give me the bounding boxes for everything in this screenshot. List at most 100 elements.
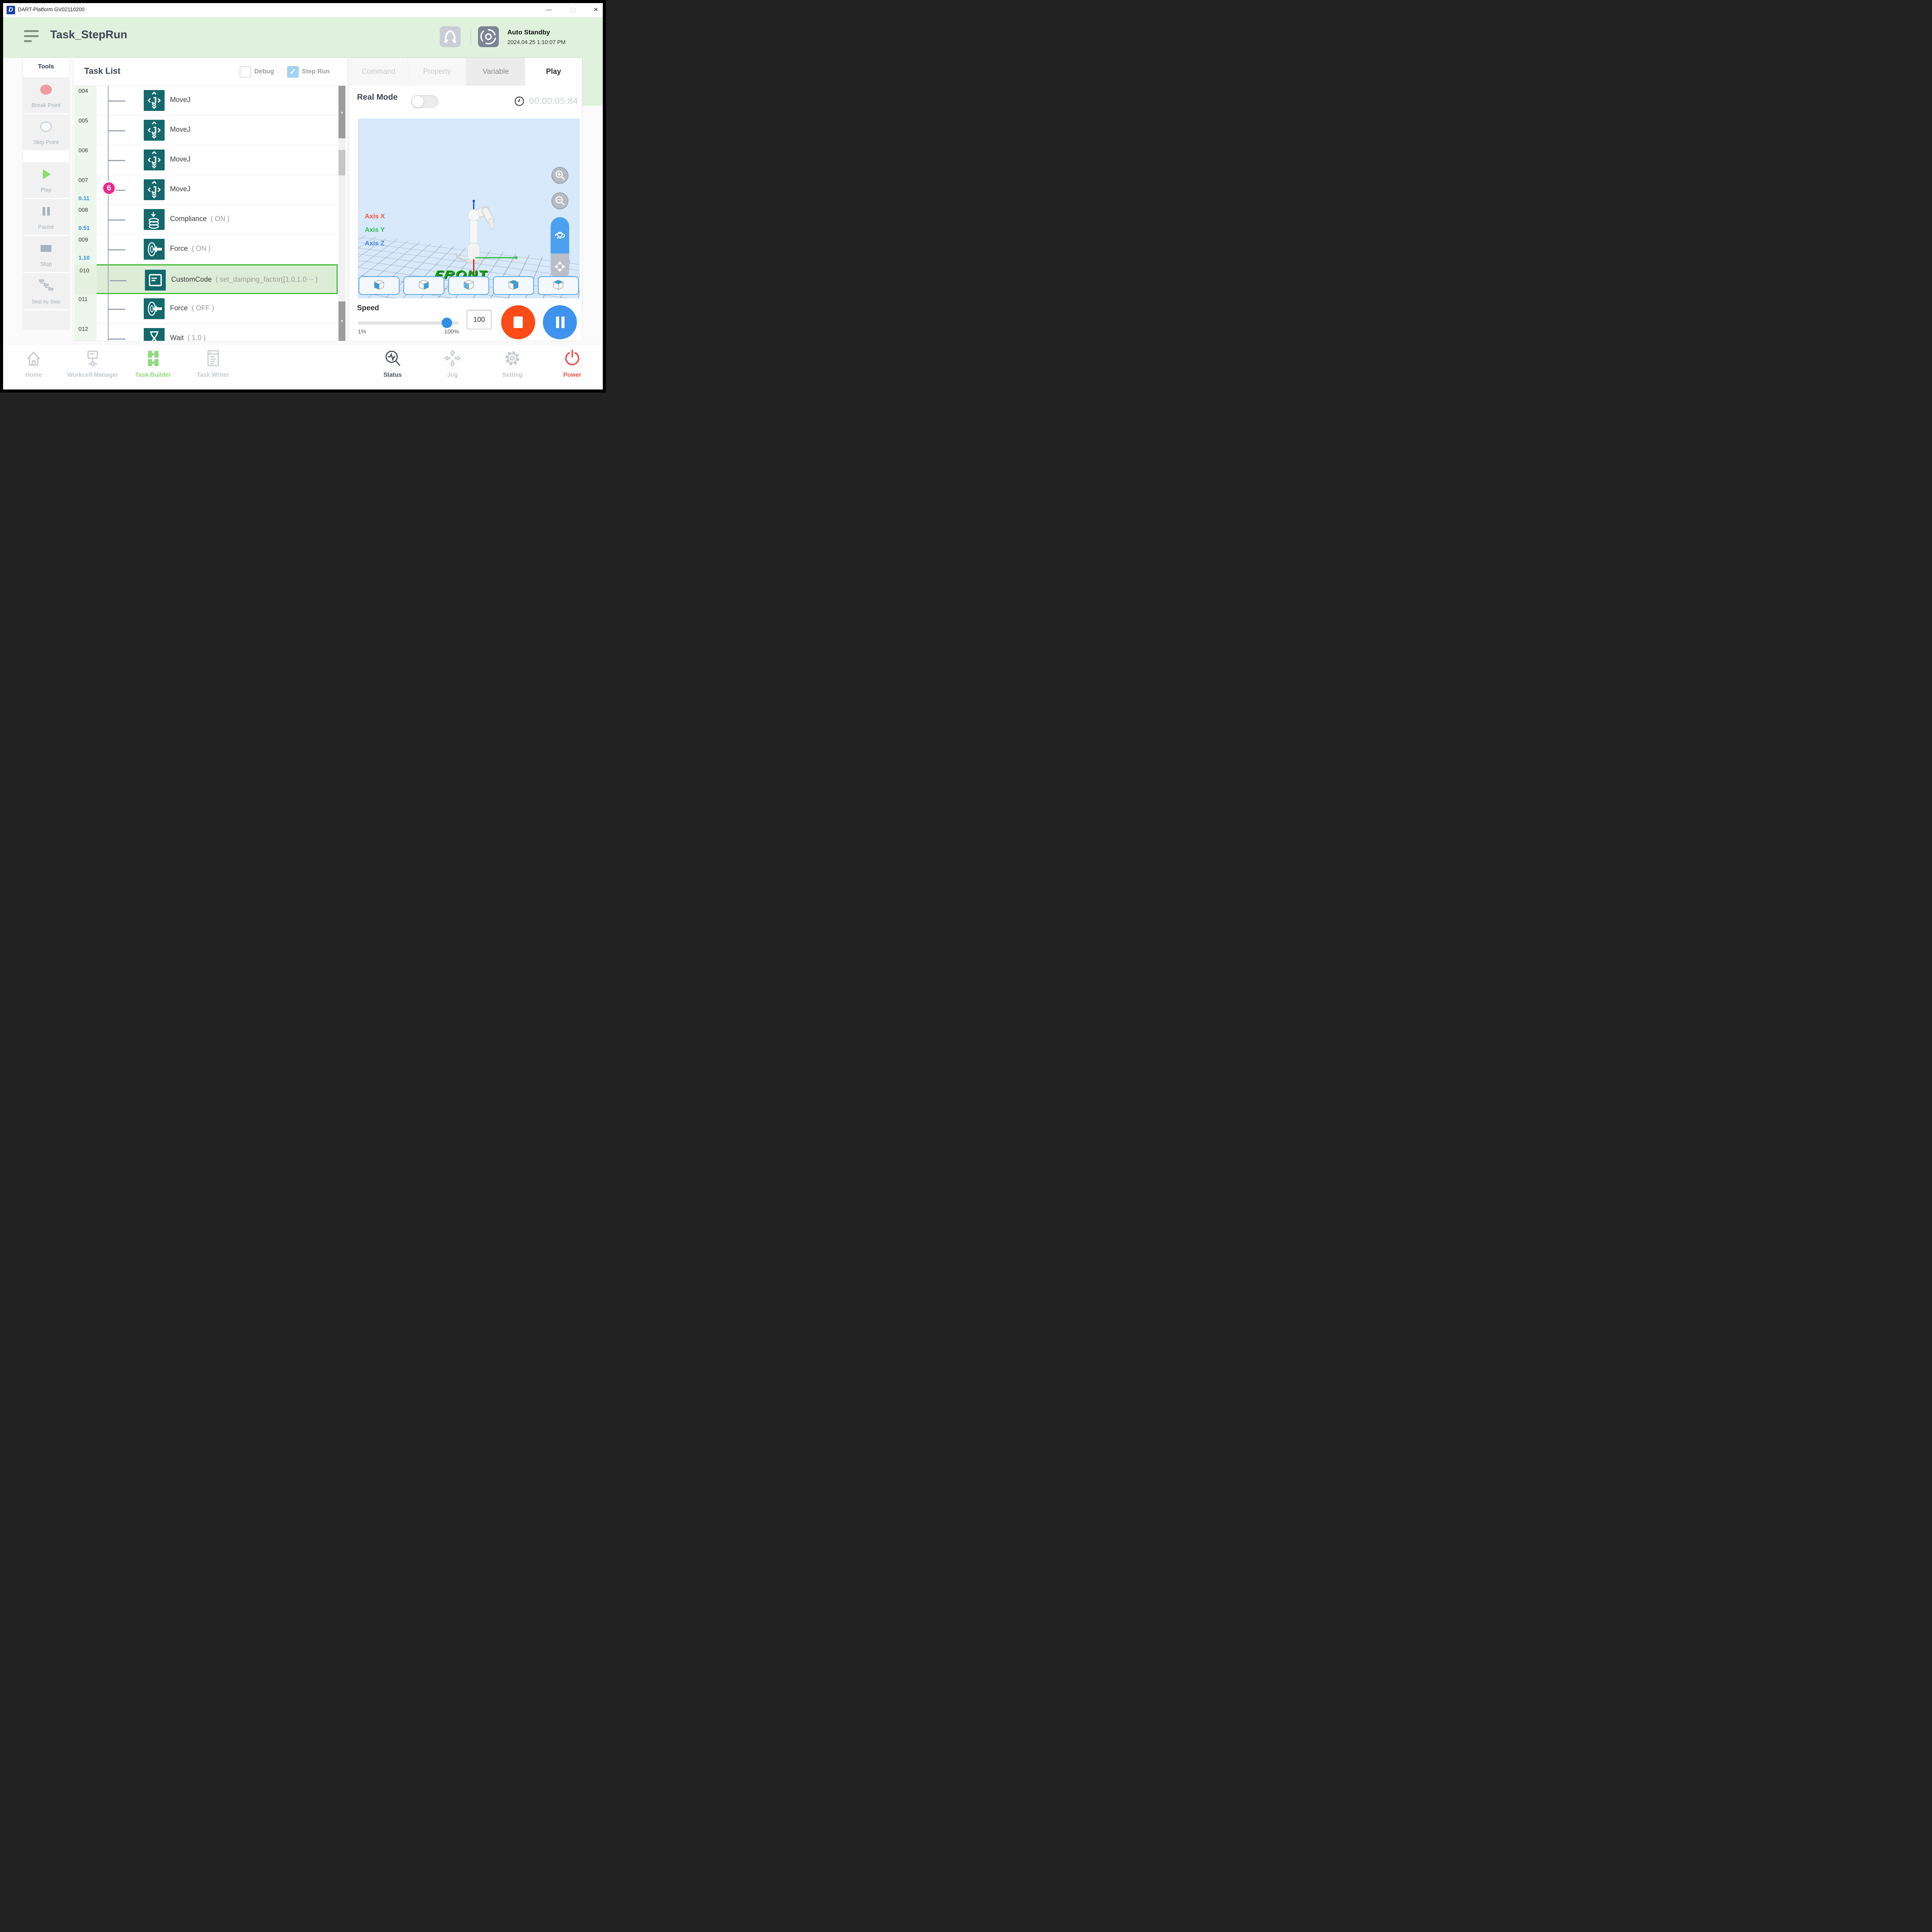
nav-home[interactable]: Home bbox=[24, 349, 44, 379]
skip-point-button[interactable]: Skip Point bbox=[23, 114, 69, 150]
stop-label: Stop bbox=[23, 261, 69, 267]
3d-viewer[interactable]: Axis X Axis Y Axis Z FRONT bbox=[358, 119, 580, 298]
speed-value-input[interactable] bbox=[467, 310, 492, 329]
step-by-step-icon bbox=[37, 278, 55, 293]
nav-task-writer-label: Task Writer bbox=[197, 372, 229, 379]
real-mode-toggle[interactable] bbox=[411, 95, 438, 108]
zoom-in-button[interactable] bbox=[551, 167, 568, 184]
stop-icon bbox=[37, 241, 55, 256]
speed-slider-knob[interactable] bbox=[442, 318, 452, 328]
axis-x-label: Axis X bbox=[365, 213, 385, 220]
minimize-button[interactable]: — bbox=[543, 5, 554, 15]
nav-setting[interactable]: Setting bbox=[502, 349, 523, 379]
view-control-pill bbox=[551, 217, 569, 280]
task-row-selected[interactable]: 010 CustomCode( set_damping_factor([1.0,… bbox=[74, 264, 338, 294]
force-icon bbox=[144, 239, 165, 260]
task-row[interactable]: 011 Force( OFF ) bbox=[74, 294, 338, 324]
header-band-extension bbox=[582, 58, 603, 106]
axis-y-label: Axis Y bbox=[365, 226, 385, 234]
nav-jog-label: Jog bbox=[442, 372, 463, 379]
zoom-out-button[interactable] bbox=[551, 192, 568, 209]
task-scrollbar[interactable]: ▲ ▼ bbox=[338, 86, 345, 341]
axis-z-label: Axis Z bbox=[365, 240, 384, 247]
nav-workcell-manager[interactable]: Workcell Manager bbox=[67, 349, 118, 379]
command-name: MoveJ bbox=[170, 155, 194, 163]
pause-circle-icon bbox=[556, 316, 559, 328]
workcell-icon bbox=[83, 349, 103, 367]
view-left-button[interactable] bbox=[448, 276, 489, 295]
task-row[interactable]: 012 Wait( 1.0 ) bbox=[74, 324, 338, 341]
force-icon bbox=[144, 298, 165, 319]
row-time: 1.10 bbox=[78, 255, 90, 261]
pause-tool-button[interactable]: Pause bbox=[23, 199, 69, 235]
rotate-view-button[interactable] bbox=[551, 217, 569, 253]
pan-view-button[interactable] bbox=[551, 253, 569, 280]
hamburger-menu-icon[interactable] bbox=[24, 30, 39, 44]
pause-run-button[interactable] bbox=[543, 305, 577, 339]
skip-point-label: Skip Point bbox=[23, 139, 69, 146]
step-by-step-button[interactable]: Step by Step bbox=[23, 273, 69, 309]
stop-tool-button[interactable]: Stop bbox=[23, 236, 69, 272]
bottom-navigation: Home Workcell Manager Task Builder Task … bbox=[3, 344, 603, 389]
step-run-label: Step Run bbox=[302, 68, 330, 75]
toggle-knob bbox=[412, 96, 423, 107]
page-title: Task_StepRun bbox=[50, 29, 127, 41]
stop-circle-icon bbox=[514, 316, 523, 328]
step-badge: 6 bbox=[102, 181, 116, 195]
command-name: Force( OFF ) bbox=[170, 304, 214, 312]
debug-checkbox[interactable] bbox=[240, 66, 251, 78]
robot-gripper-button[interactable] bbox=[440, 26, 461, 47]
close-button[interactable]: ✕ bbox=[590, 5, 602, 15]
row-time: 0.51 bbox=[78, 225, 90, 231]
play-tool-button[interactable]: Play bbox=[23, 162, 69, 198]
view-top-button[interactable] bbox=[538, 276, 579, 295]
view-front-button[interactable] bbox=[359, 276, 400, 295]
nav-task-builder[interactable]: Task Builder bbox=[135, 349, 171, 379]
task-row[interactable]: 004 J MoveJ bbox=[74, 86, 338, 116]
tab-play[interactable]: Play bbox=[525, 58, 582, 86]
nav-jog[interactable]: Jog bbox=[442, 349, 463, 379]
maximize-button[interactable]: ▢ bbox=[567, 5, 579, 15]
power-icon bbox=[562, 349, 582, 367]
nav-status-label: Status bbox=[383, 372, 403, 379]
nav-task-writer[interactable]: Task Writer bbox=[197, 349, 229, 379]
nav-power[interactable]: Power bbox=[562, 349, 582, 379]
nav-power-label: Power bbox=[562, 372, 582, 379]
row-time: 0.11 bbox=[78, 195, 89, 202]
rotate-3d-icon bbox=[554, 229, 566, 241]
row-number: 010 bbox=[80, 267, 89, 274]
task-row[interactable]: 009 1.10 Force( ON ) bbox=[74, 235, 338, 264]
speed-min-label: 1% bbox=[358, 328, 366, 335]
breakpoint-button[interactable]: Break Point bbox=[23, 77, 69, 113]
cube-front-icon bbox=[372, 279, 386, 293]
view-back-button[interactable] bbox=[493, 276, 534, 295]
scroll-up-button[interactable]: ▲ bbox=[338, 86, 345, 138]
status-icon bbox=[383, 349, 403, 367]
compliance-icon bbox=[144, 209, 165, 230]
nav-setting-label: Setting bbox=[502, 372, 523, 379]
task-row[interactable]: 008 0.51 Compliance( ON ) bbox=[74, 205, 338, 235]
nav-status[interactable]: Status bbox=[383, 349, 403, 379]
scroll-down-button[interactable]: ▼ bbox=[338, 301, 345, 341]
tab-property[interactable]: Property bbox=[408, 58, 466, 86]
task-list-header: Task List Debug ✓ Step Run bbox=[73, 58, 347, 86]
tab-variable[interactable]: Variable bbox=[466, 58, 525, 86]
row-number: 004 bbox=[78, 88, 88, 94]
step-run-checkbox[interactable]: ✓ bbox=[287, 66, 299, 78]
scroll-thumb[interactable] bbox=[338, 150, 345, 175]
task-row[interactable]: 005 J MoveJ bbox=[74, 116, 338, 145]
row-number: 009 bbox=[78, 236, 88, 243]
command-name: Compliance( ON ) bbox=[170, 215, 230, 223]
row-number: 008 bbox=[78, 207, 88, 213]
view-right-button[interactable] bbox=[403, 276, 444, 295]
tab-command[interactable]: Command bbox=[349, 58, 408, 86]
task-row[interactable]: 006 J MoveJ bbox=[74, 145, 338, 175]
row-number: 011 bbox=[78, 296, 88, 303]
command-name: Force( ON ) bbox=[170, 245, 211, 253]
stop-run-button[interactable] bbox=[501, 305, 535, 339]
servo-state-button[interactable] bbox=[478, 26, 499, 47]
tools-title: Tools bbox=[23, 58, 69, 76]
robot-state-label: Auto Standby bbox=[507, 29, 550, 36]
real-mode-label: Real Mode bbox=[357, 93, 398, 102]
clock-icon bbox=[514, 96, 524, 106]
